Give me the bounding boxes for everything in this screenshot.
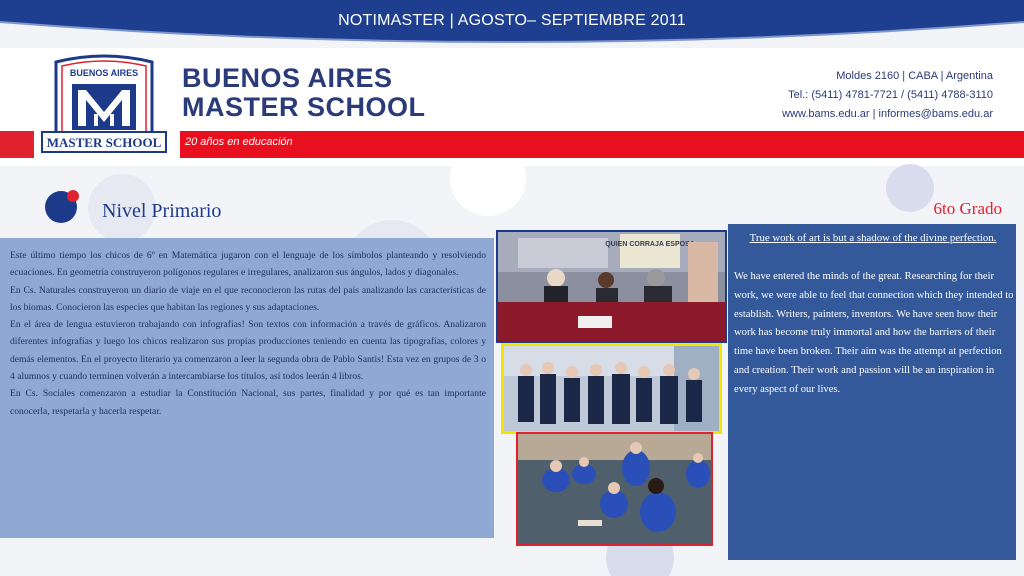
school-name-line2: MASTER SCHOOL (182, 92, 426, 122)
photo-classroom-group (501, 343, 722, 434)
tagline: 20 años en educación (185, 136, 293, 148)
english-body-text: We have entered the minds of the great. … (734, 271, 1014, 395)
paragraph-language: En el área de lengua estuvieron trabajan… (10, 319, 486, 383)
logo-top-text: BUENOS AIRES (70, 68, 138, 78)
photo-sign-text: QUIEN CORRAJA ESPOSA (605, 241, 695, 248)
contact-phone: Tel.: (5411) 4781-7721 / (5411) 4788-311… (788, 89, 993, 101)
left-article: Este último tiempo los chicos de 6º en M… (10, 247, 486, 420)
contact-web: www.bams.edu.ar | informes@bams.edu.ar (782, 108, 993, 120)
school-name: BUENOS AIRES MASTER SCHOOL (182, 64, 426, 122)
section-bullet-icon (45, 190, 79, 223)
paragraph-natural-sciences: En Cs. Naturales construyeron un diario … (10, 284, 486, 313)
paragraph-social-sciences: En Cs. Sociales comenzaron a estudiar la… (10, 388, 486, 417)
grade-label: 6to Grado (933, 199, 1002, 218)
red-band-left (0, 131, 34, 158)
top-banner: NOTIMASTER | AGOSTO– SEPTIEMBRE 2011 (0, 0, 1024, 48)
contact-info: Moldes 2160 | CABA | Argentina Tel.: (54… (782, 67, 993, 124)
contact-address: Moldes 2160 | CABA | Argentina (836, 70, 993, 82)
photo-kids-floor-activity (516, 432, 713, 546)
paragraph-math: Este último tiempo los chicos de 6º en M… (10, 250, 486, 279)
school-name-line1: BUENOS AIRES (182, 63, 393, 93)
photo-panel-discussion: QUIEN CORRAJA ESPOSA (496, 230, 727, 343)
banner-title: NOTIMASTER | AGOSTO– SEPTIEMBRE 2011 (338, 12, 686, 29)
section-title: Nivel Primario (102, 200, 222, 222)
quote-heading: True work of art is but a shadow of the … (749, 232, 997, 244)
logo-bottom-text: MASTER SCHOOL (47, 135, 162, 150)
red-band (180, 131, 1024, 158)
school-logo: BUENOS AIRES MASTER SCHOOL (38, 54, 170, 160)
